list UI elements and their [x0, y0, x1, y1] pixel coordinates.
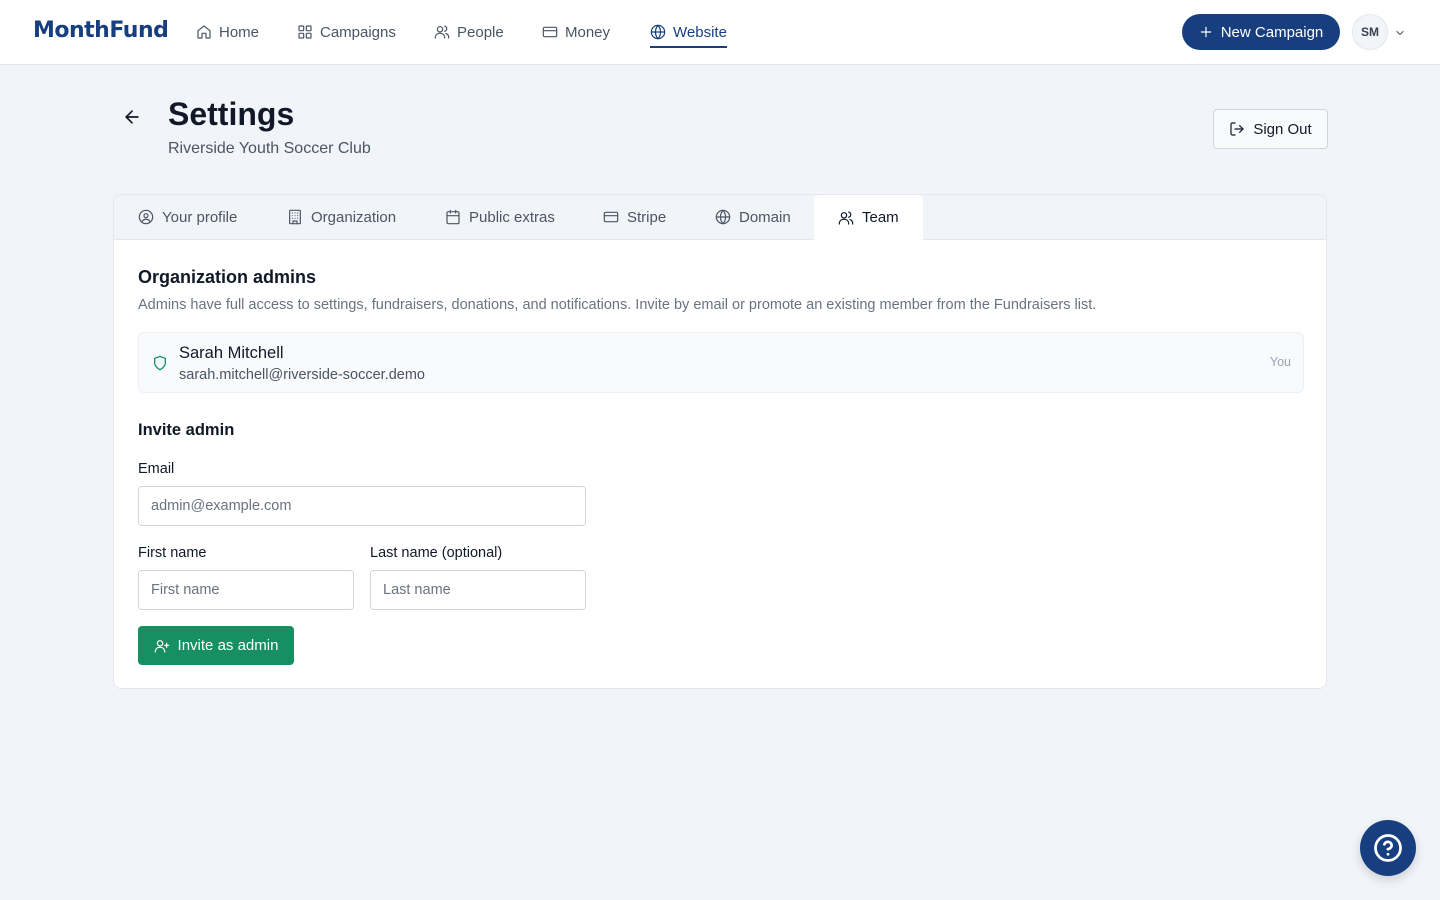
invite-as-admin-button[interactable]: Invite as admin: [138, 626, 294, 665]
credit-card-icon: [542, 26, 558, 38]
tab-label: Public extras: [469, 208, 555, 226]
users-icon: [838, 210, 854, 225]
tab-label: Your profile: [162, 208, 238, 226]
grid-icon: [298, 25, 312, 39]
email-field[interactable]: [138, 486, 586, 526]
globe-icon: [715, 209, 731, 225]
home-icon: [197, 25, 211, 39]
tab-label: Stripe: [627, 208, 667, 226]
tab-public-extras[interactable]: Public extras: [445, 195, 555, 239]
organization-admins-description: Admins have full access to settings, fun…: [138, 297, 1097, 313]
nav-item-home[interactable]: Home: [196, 20, 259, 44]
tab-team[interactable]: Team: [814, 195, 923, 240]
help-circle-icon: [1374, 834, 1402, 862]
avatar[interactable]: SM: [1352, 14, 1388, 50]
first-name-field[interactable]: [138, 570, 354, 610]
tab-organization[interactable]: Organization: [287, 195, 396, 239]
admin-name: Sarah Mitchell: [179, 344, 284, 362]
tab-domain[interactable]: Domain: [715, 195, 791, 239]
shield-icon: [152, 355, 168, 371]
nav-item-label: Campaigns: [320, 23, 396, 41]
nav-item-label: People: [457, 23, 504, 41]
invite-button-label: Invite as admin: [177, 637, 279, 654]
nav-item-label: Website: [673, 23, 727, 41]
settings-tabs: Your profile Organization Public extras …: [114, 195, 1326, 240]
tab-stripe[interactable]: Stripe: [603, 195, 666, 239]
plus-icon: [1200, 26, 1211, 38]
nav-item-people[interactable]: People: [434, 20, 504, 44]
log-out-icon: [1230, 122, 1244, 136]
chevron-down-icon[interactable]: [1394, 26, 1406, 38]
settings-card: Your profile Organization Public extras …: [113, 194, 1327, 689]
last-name-field[interactable]: [370, 570, 586, 610]
sign-out-label: Sign Out: [1253, 120, 1312, 138]
first-name-label: First name: [138, 545, 207, 561]
nav-item-money[interactable]: Money: [542, 20, 610, 44]
back-arrow-icon[interactable]: [122, 107, 142, 127]
page-subtitle: Riverside Youth Soccer Club: [168, 140, 371, 157]
nav-item-label: Money: [565, 23, 611, 41]
organization-admins-title: Organization admins: [138, 267, 317, 287]
calendar-icon: [446, 209, 460, 225]
sign-out-button[interactable]: Sign Out: [1213, 109, 1328, 149]
new-campaign-label: New Campaign: [1220, 23, 1324, 41]
invite-admin-title: Invite admin: [138, 421, 235, 439]
email-label: Email: [138, 461, 175, 477]
admin-email: sarah.mitchell@riverside-soccer.demo: [179, 367, 425, 383]
last-name-label: Last name (optional): [370, 545, 503, 561]
nav-item-label: Home: [219, 23, 260, 41]
tab-label: Team: [862, 209, 899, 226]
new-campaign-button[interactable]: New Campaign: [1182, 14, 1340, 50]
page-title: Settings: [168, 96, 295, 132]
user-plus-icon: [154, 639, 169, 653]
tab-label: Organization: [311, 208, 397, 226]
top-navigation: MonthFund Home Campaigns People Money We…: [0, 0, 1440, 65]
building-icon: [289, 209, 301, 225]
user-circle-icon: [138, 209, 154, 225]
credit-card-icon: [603, 211, 619, 223]
help-button[interactable]: [1360, 820, 1416, 876]
admin-list-item: Sarah Mitchell sarah.mitchell@riverside-…: [138, 332, 1304, 393]
globe-icon: [650, 24, 666, 40]
current-user-badge: You: [1269, 355, 1291, 369]
tab-label: Domain: [739, 208, 791, 226]
tab-your-profile[interactable]: Your profile: [138, 195, 237, 239]
nav-item-website[interactable]: Website: [650, 20, 727, 48]
app-logo[interactable]: MonthFund: [33, 18, 169, 43]
users-icon: [434, 25, 450, 39]
nav-item-campaigns[interactable]: Campaigns: [297, 20, 396, 44]
